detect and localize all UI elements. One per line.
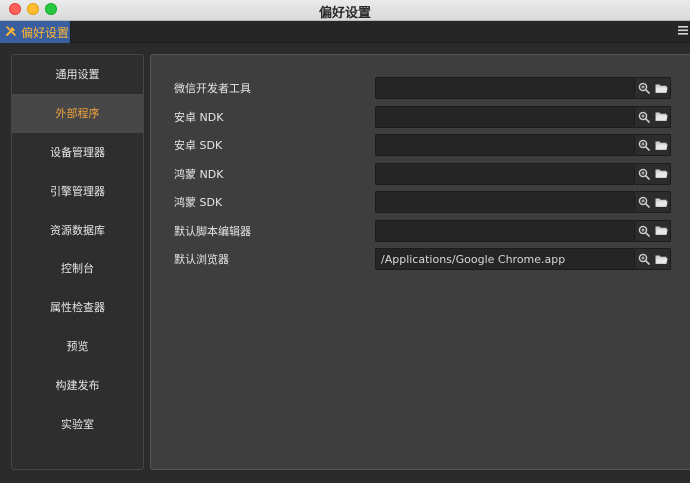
setting-row-default-browser: 默认浏览器 <box>151 248 690 270</box>
sidebar-item-lab[interactable]: 实验室 <box>12 404 143 443</box>
setting-label: 默认浏览器 <box>174 253 229 266</box>
setting-row-default-script-editor: 默认脚本编辑器 <box>151 219 690 242</box>
search-icon[interactable] <box>637 138 651 152</box>
sidebar-item-label: 资源数据库 <box>50 223 105 237</box>
setting-row-android-ndk: 安卓 NDK <box>151 105 690 128</box>
path-actions <box>635 162 671 185</box>
sidebar-item-label: 设备管理器 <box>50 145 105 159</box>
setting-row-harmony-sdk: 鸿蒙 SDK <box>151 191 690 213</box>
sidebar-item-external-programs[interactable]: 外部程序 <box>12 93 143 133</box>
window-title: 偏好设置 <box>318 6 371 21</box>
sidebar-item-general[interactable]: 通用设置 <box>12 55 143 94</box>
tab-label: 偏好设置 <box>21 25 70 40</box>
tools-icon <box>5 25 17 40</box>
sidebar-item-inspector[interactable]: 属性检查器 <box>12 288 143 327</box>
path-actions <box>635 105 671 128</box>
search-icon[interactable] <box>637 110 651 124</box>
sidebar: 通用设置 外部程序 设备管理器 引擎管理器 资源数据库 控制台 属性检查器 预览… <box>11 54 144 470</box>
tab-bar: 偏好设置 <box>0 21 690 43</box>
folder-icon[interactable] <box>654 195 668 209</box>
path-actions <box>635 134 671 156</box>
sidebar-item-label: 控制台 <box>61 262 94 276</box>
folder-icon[interactable] <box>654 81 668 95</box>
sidebar-item-label: 外部程序 <box>55 107 100 121</box>
android-ndk-path-input[interactable] <box>375 105 635 128</box>
settings-panel: 微信开发者工具 安卓 NDK 安卓 SDK 鸿蒙 NDK 鸿蒙 SDK 默认脚本… <box>150 54 690 470</box>
default-browser-path-input[interactable] <box>375 248 635 270</box>
tab-preferences[interactable]: 偏好设置 <box>0 21 71 43</box>
folder-icon[interactable] <box>654 110 668 124</box>
folder-icon[interactable] <box>654 167 668 181</box>
search-icon[interactable] <box>637 224 651 238</box>
search-icon[interactable] <box>637 167 651 181</box>
window-body: 通用设置 外部程序 设备管理器 引擎管理器 资源数据库 控制台 属性检查器 预览… <box>0 43 690 483</box>
sidebar-item-console[interactable]: 控制台 <box>12 249 143 288</box>
setting-label: 默认脚本编辑器 <box>174 224 251 238</box>
path-actions <box>635 77 671 99</box>
android-sdk-path-input[interactable] <box>375 134 635 156</box>
folder-icon[interactable] <box>654 138 668 152</box>
title-bar: 偏好设置 <box>0 0 690 21</box>
setting-label: 安卓 SDK <box>174 139 223 152</box>
folder-icon[interactable] <box>654 252 668 266</box>
sidebar-item-label: 实验室 <box>61 417 94 431</box>
setting-row-harmony-ndk: 鸿蒙 NDK <box>151 162 690 185</box>
sidebar-item-device-manager[interactable]: 设备管理器 <box>12 133 143 172</box>
menu-icon[interactable] <box>678 24 688 40</box>
wechat-devtools-path-input[interactable] <box>375 77 635 99</box>
sidebar-item-preview[interactable]: 预览 <box>12 327 143 366</box>
setting-label: 鸿蒙 SDK <box>174 196 223 209</box>
setting-label: 安卓 NDK <box>174 110 224 124</box>
sidebar-item-label: 通用设置 <box>55 68 100 82</box>
sidebar-item-label: 构建发布 <box>55 378 100 392</box>
script-editor-path-input[interactable] <box>375 219 635 242</box>
path-actions <box>635 248 671 270</box>
search-icon[interactable] <box>637 252 651 266</box>
sidebar-item-label: 预览 <box>66 339 89 353</box>
sidebar-item-build[interactable]: 构建发布 <box>12 365 143 404</box>
harmony-sdk-path-input[interactable] <box>375 191 635 213</box>
path-actions <box>635 191 671 213</box>
search-icon[interactable] <box>637 81 651 95</box>
setting-label: 微信开发者工具 <box>174 82 251 95</box>
search-icon[interactable] <box>637 195 651 209</box>
path-actions <box>635 219 671 242</box>
setting-label: 鸿蒙 NDK <box>174 167 224 181</box>
harmony-ndk-path-input[interactable] <box>375 162 635 185</box>
folder-icon[interactable] <box>654 224 668 238</box>
setting-row-android-sdk: 安卓 SDK <box>151 134 690 156</box>
sidebar-item-label: 引擎管理器 <box>50 184 105 198</box>
sidebar-item-engine-manager[interactable]: 引擎管理器 <box>12 171 143 210</box>
sidebar-item-label: 属性检查器 <box>50 301 105 315</box>
sidebar-item-asset-database[interactable]: 资源数据库 <box>12 210 143 249</box>
setting-row-wechat-devtools: 微信开发者工具 <box>151 77 690 99</box>
